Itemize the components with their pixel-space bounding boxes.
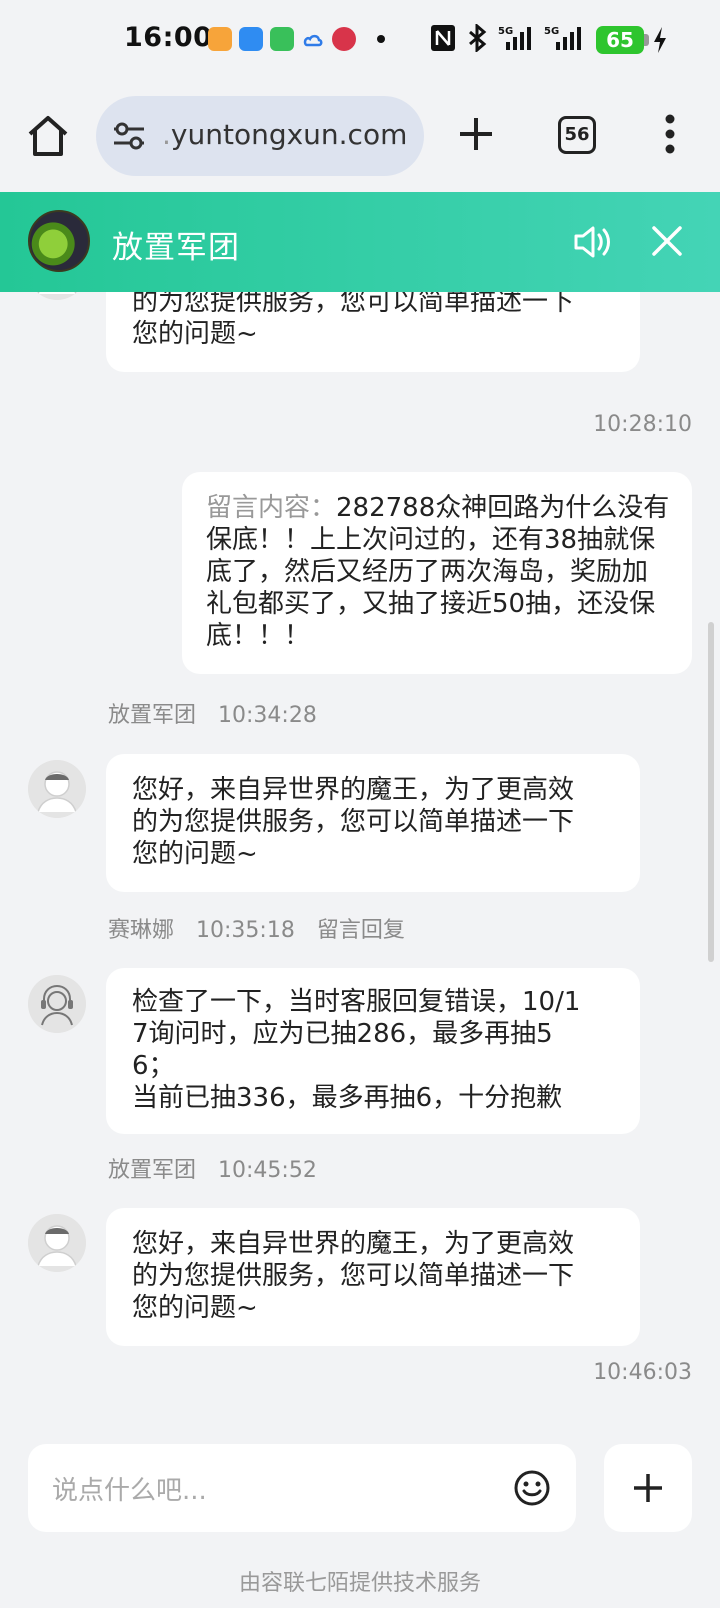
agent-message-bubble: 的为您提供服务，您可以简单描述一下 您的问题~	[106, 292, 640, 372]
battery-tip	[644, 34, 649, 46]
message-tag: 留言回复	[316, 918, 405, 943]
message-time: 10:45:52	[218, 1158, 317, 1183]
chat-title: 放置军团	[112, 230, 240, 266]
home-icon[interactable]	[24, 112, 72, 160]
address-bar[interactable]: .yuntongxun.com	[96, 96, 424, 176]
message-text-line: 6；	[132, 1051, 175, 1081]
agent-message-bubble: 您好，来自异世界的魔王，为了更高效 的为您提供服务，您可以简单描述一下 您的问题…	[106, 754, 640, 892]
agent-avatar	[28, 1214, 86, 1272]
message-meta: 赛琳娜 10:35:18 留言回复	[108, 912, 427, 944]
input-bar: 说点什么吧...	[0, 1442, 720, 1560]
message-timestamp: 10:28:10	[593, 412, 692, 437]
message-label: 留言内容：	[206, 493, 337, 523]
input-placeholder: 说点什么吧...	[52, 1476, 207, 1506]
message-time: 10:35:18	[196, 918, 295, 943]
browser-toolbar: .yuntongxun.com 56	[0, 82, 720, 192]
chat-scrollbar[interactable]	[708, 622, 714, 962]
agent-message-bubble: 您好，来自异世界的魔王，为了更高效 的为您提供服务，您可以简单描述一下 您的问题…	[106, 1208, 640, 1346]
cloud-notification-icon	[301, 27, 325, 51]
signal-icon-1: 5G	[498, 26, 531, 50]
svg-text:5G: 5G	[498, 26, 513, 37]
message-notification-icon	[270, 27, 294, 51]
support-agent-avatar	[28, 975, 86, 1033]
battery-indicator: 65	[596, 26, 644, 54]
message-meta: 放置军团 10:45:52	[108, 1152, 339, 1184]
message-text-line: 您好，来自异世界的魔王，为了更高效	[132, 1229, 575, 1259]
status-bar: 16:00 5G 5G 65	[0, 0, 720, 82]
bank-notification-icon	[332, 27, 356, 51]
message-text-line: 您的问题~	[132, 1293, 258, 1323]
system-icons: 5G 5G	[430, 24, 582, 52]
plus-icon	[634, 1474, 662, 1502]
phone-notification-icon	[239, 27, 263, 51]
notification-icons	[208, 27, 385, 51]
url-prefix: .	[162, 118, 171, 151]
new-tab-icon[interactable]	[456, 114, 496, 154]
message-text-line: 检查了一下，当时客服回复错误，10/1	[132, 987, 581, 1017]
sender-name: 放置军团	[108, 703, 197, 728]
tab-switcher-button[interactable]: 56	[558, 116, 596, 154]
more-menu-icon[interactable]	[664, 114, 676, 154]
message-timestamp: 10:46:03	[593, 1360, 692, 1385]
sender-name: 放置军团	[108, 1158, 197, 1183]
url-text[interactable]: .yuntongxun.com	[162, 118, 407, 151]
app-notification-icon	[208, 27, 232, 51]
user-message-bubble: 留言内容：282788众神回路为什么没有保底！！上上次问过的，还有38抽就保底了…	[182, 472, 692, 674]
message-text-line: 的为您提供服务，您可以简单描述一下	[132, 807, 575, 837]
url-domain: yuntongxun.com	[170, 118, 408, 151]
speaker-icon[interactable]	[572, 222, 612, 262]
attach-button[interactable]	[604, 1444, 692, 1532]
emoji-icon[interactable]	[512, 1468, 552, 1508]
signal-icon-2: 5G	[544, 26, 581, 50]
sender-name: 赛琳娜	[108, 918, 175, 943]
message-text-line: 您的问题~	[132, 319, 258, 349]
message-text-line: 7询问时，应为已抽286，最多再抽5	[132, 1019, 553, 1049]
game-avatar	[28, 210, 90, 272]
chat-header: 放置军团	[0, 192, 720, 292]
nfc-icon	[431, 25, 455, 51]
message-time: 10:34:28	[218, 703, 317, 728]
message-meta: 放置军团 10:34:28	[108, 697, 339, 729]
agent-avatar	[28, 760, 86, 818]
site-settings-icon[interactable]	[112, 120, 146, 152]
clock: 16:00	[124, 22, 213, 53]
message-input[interactable]: 说点什么吧...	[28, 1444, 576, 1532]
message-text-line: 您的问题~	[132, 839, 258, 869]
message-text-line: 的为您提供服务，您可以简单描述一下	[132, 292, 575, 317]
more-notifications-dot	[377, 35, 385, 43]
agent-message-bubble: 检查了一下，当时客服回复错误，10/1 7询问时，应为已抽286，最多再抽5 6…	[106, 968, 640, 1134]
message-text-line: 您好，来自异世界的魔王，为了更高效	[132, 775, 575, 805]
powered-by-footer: 由容联七陌提供技术服务	[0, 1560, 720, 1608]
bluetooth-icon	[469, 24, 487, 52]
svg-text:5G: 5G	[544, 26, 559, 37]
charging-icon	[654, 27, 666, 53]
message-text-line: 当前已抽336，最多再抽6，十分抱歉	[132, 1083, 563, 1113]
chat-messages[interactable]: 的为您提供服务，您可以简单描述一下 您的问题~ 10:28:10 留言内容：28…	[0, 292, 720, 1442]
agent-avatar	[28, 292, 86, 300]
message-text-line: 的为您提供服务，您可以简单描述一下	[132, 1261, 575, 1291]
close-icon[interactable]	[650, 224, 684, 258]
